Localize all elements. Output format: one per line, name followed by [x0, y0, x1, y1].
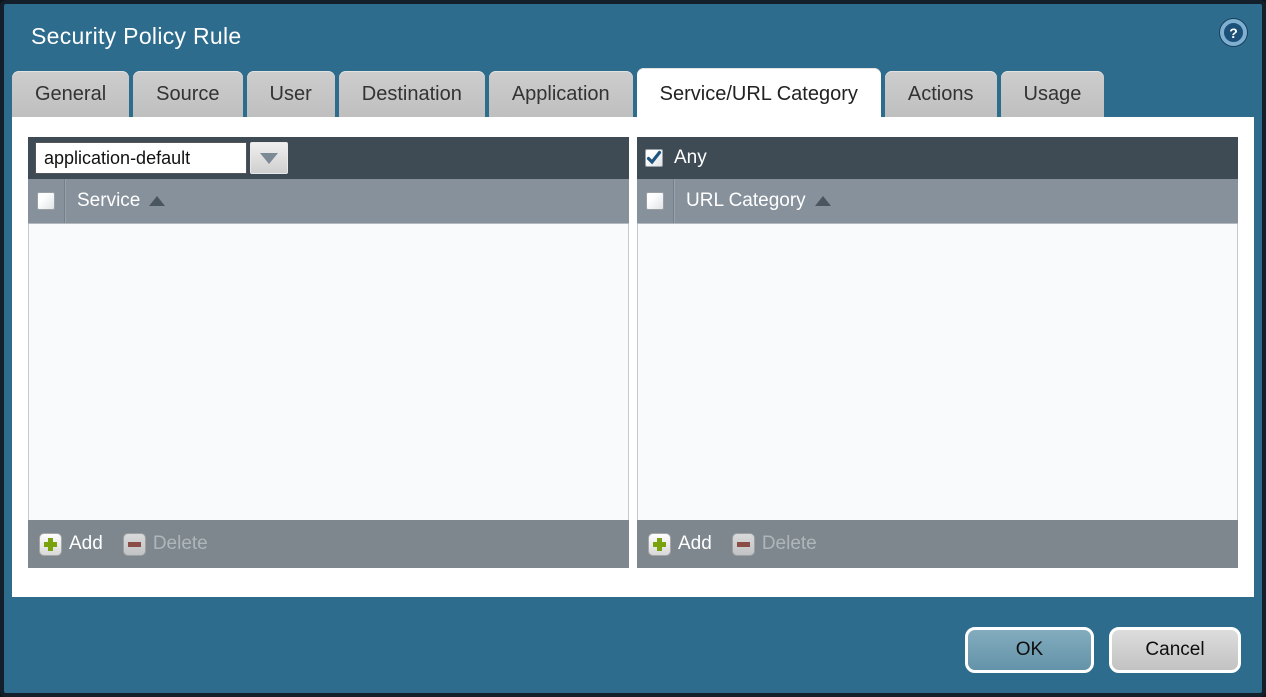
help-question-glyph: ? — [1229, 25, 1238, 41]
ok-button[interactable]: OK — [965, 627, 1094, 673]
service-select-all-cell — [28, 179, 65, 223]
tab-actions[interactable]: Actions — [885, 71, 997, 117]
service-type-combobox — [35, 142, 288, 174]
tab-source[interactable]: Source — [133, 71, 242, 117]
dialog-footer: OK Cancel — [4, 597, 1262, 673]
url-category-column-header-row: URL Category — [637, 179, 1238, 224]
dialog-title: Security Policy Rule — [31, 23, 242, 50]
service-panel-header — [28, 137, 629, 179]
sort-ascending-icon — [815, 196, 831, 206]
url-category-any-label: Any — [674, 147, 707, 169]
service-panel: Service Add Delete — [28, 137, 629, 568]
url-category-column-label: URL Category — [686, 190, 806, 212]
url-category-any-checkbox[interactable] — [645, 149, 663, 167]
service-type-dropdown-button[interactable] — [250, 142, 288, 174]
tab-usage[interactable]: Usage — [1001, 71, 1105, 117]
service-add-label: Add — [69, 533, 103, 555]
service-delete-button[interactable]: Delete — [123, 533, 208, 556]
url-category-select-all-checkbox[interactable] — [646, 192, 664, 210]
service-type-input[interactable] — [35, 142, 247, 174]
tab-application[interactable]: Application — [489, 71, 633, 117]
tab-content: Service Add Delete — [12, 117, 1254, 597]
help-icon[interactable]: ? — [1220, 19, 1247, 46]
plus-icon — [648, 533, 671, 556]
cancel-button[interactable]: Cancel — [1109, 627, 1241, 673]
minus-icon — [123, 533, 146, 556]
chevron-down-icon — [260, 153, 278, 164]
service-column-header-row: Service — [28, 179, 629, 224]
service-select-all-checkbox[interactable] — [37, 192, 55, 210]
url-category-column-sort[interactable]: URL Category — [686, 190, 831, 212]
service-add-button[interactable]: Add — [39, 533, 123, 556]
url-category-select-all-cell — [637, 179, 674, 223]
service-panel-footer: Add Delete — [28, 520, 629, 568]
url-category-delete-label: Delete — [762, 533, 817, 555]
url-category-add-button[interactable]: Add — [648, 533, 732, 556]
tab-service-url-category[interactable]: Service/URL Category — [637, 68, 881, 121]
service-column-label: Service — [77, 190, 140, 212]
service-column-sort[interactable]: Service — [77, 190, 165, 212]
tab-general[interactable]: General — [12, 71, 129, 117]
url-category-panel-footer: Add Delete — [637, 520, 1238, 568]
service-delete-label: Delete — [153, 533, 208, 555]
tab-destination[interactable]: Destination — [339, 71, 485, 117]
dialog-titlebar: Security Policy Rule — [4, 4, 1262, 68]
url-category-any-row: Any — [644, 147, 707, 169]
service-list — [28, 224, 629, 520]
url-category-add-label: Add — [678, 533, 712, 555]
sort-ascending-icon — [149, 196, 165, 206]
checkmark-icon — [646, 150, 662, 166]
url-category-list — [637, 224, 1238, 520]
tab-user[interactable]: User — [247, 71, 335, 117]
security-policy-rule-dialog: Security Policy Rule ? General Source Us… — [0, 0, 1266, 697]
tab-bar: General Source User Destination Applicat… — [4, 68, 1262, 117]
plus-icon — [39, 533, 62, 556]
url-category-panel-header: Any — [637, 137, 1238, 179]
url-category-delete-button[interactable]: Delete — [732, 533, 817, 556]
minus-icon — [732, 533, 755, 556]
url-category-panel: Any URL Category Add — [637, 137, 1238, 568]
